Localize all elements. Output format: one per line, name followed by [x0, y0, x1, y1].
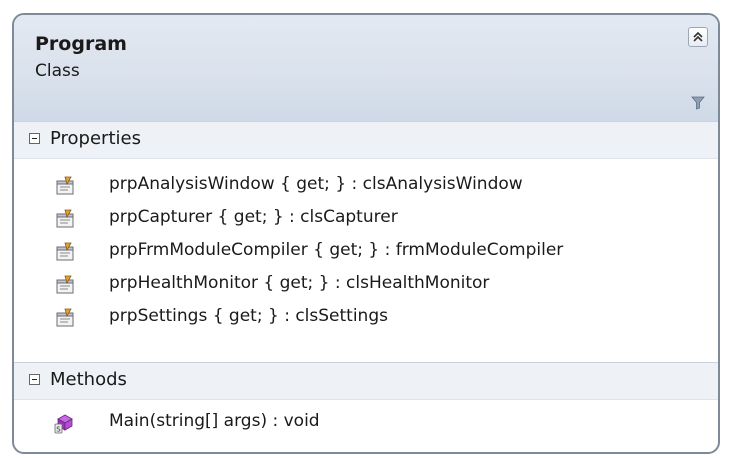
- property-row[interactable]: prpCapturer { get; } : clsCapturer: [14, 205, 718, 233]
- property-row[interactable]: prpHealthMonitor { get; } : clsHealthMon…: [14, 271, 718, 299]
- property-row[interactable]: prpFrmModuleCompiler { get; } : frmModul…: [14, 238, 718, 266]
- property-row[interactable]: prpSettings { get; } : clsSettings: [14, 304, 718, 332]
- property-row[interactable]: prpAnalysisWindow { get; } : clsAnalysis…: [14, 172, 718, 200]
- property-text: prpSettings { get; } : clsSettings: [109, 306, 388, 326]
- filter-icon[interactable]: [691, 96, 705, 110]
- properties-collapse-toggle[interactable]: [29, 133, 40, 144]
- property-icon: [56, 209, 74, 228]
- methods-section-header[interactable]: Methods: [14, 362, 718, 400]
- property-text: prpHealthMonitor { get; } : clsHealthMon…: [109, 273, 490, 293]
- property-icon: [56, 242, 74, 261]
- methods-section-label: Methods: [50, 369, 127, 390]
- properties-section-header[interactable]: Properties: [14, 121, 718, 159]
- property-icon: [56, 308, 74, 327]
- properties-section-label: Properties: [50, 128, 141, 149]
- double-chevron-up-icon: [693, 31, 703, 42]
- class-header[interactable]: Program Class: [14, 15, 718, 122]
- method-text: Main(string[] args) : void: [109, 411, 320, 431]
- methods-collapse-toggle[interactable]: [29, 374, 40, 385]
- property-text: prpAnalysisWindow { get; } : clsAnalysis…: [109, 174, 523, 194]
- class-name: Program: [35, 33, 127, 55]
- collapse-button[interactable]: [688, 27, 708, 47]
- property-icon: [56, 176, 74, 195]
- static-method-icon: S: [54, 414, 73, 434]
- svg-text:S: S: [56, 426, 61, 434]
- method-row[interactable]: S Main(string[] args) : void: [14, 409, 718, 437]
- property-icon: [56, 275, 74, 294]
- property-text: prpCapturer { get; } : clsCapturer: [109, 207, 398, 227]
- class-kind: Class: [35, 61, 80, 81]
- property-text: prpFrmModuleCompiler { get; } : frmModul…: [109, 240, 564, 260]
- class-shape[interactable]: Program Class Properties prpAnalysisWind…: [12, 13, 720, 454]
